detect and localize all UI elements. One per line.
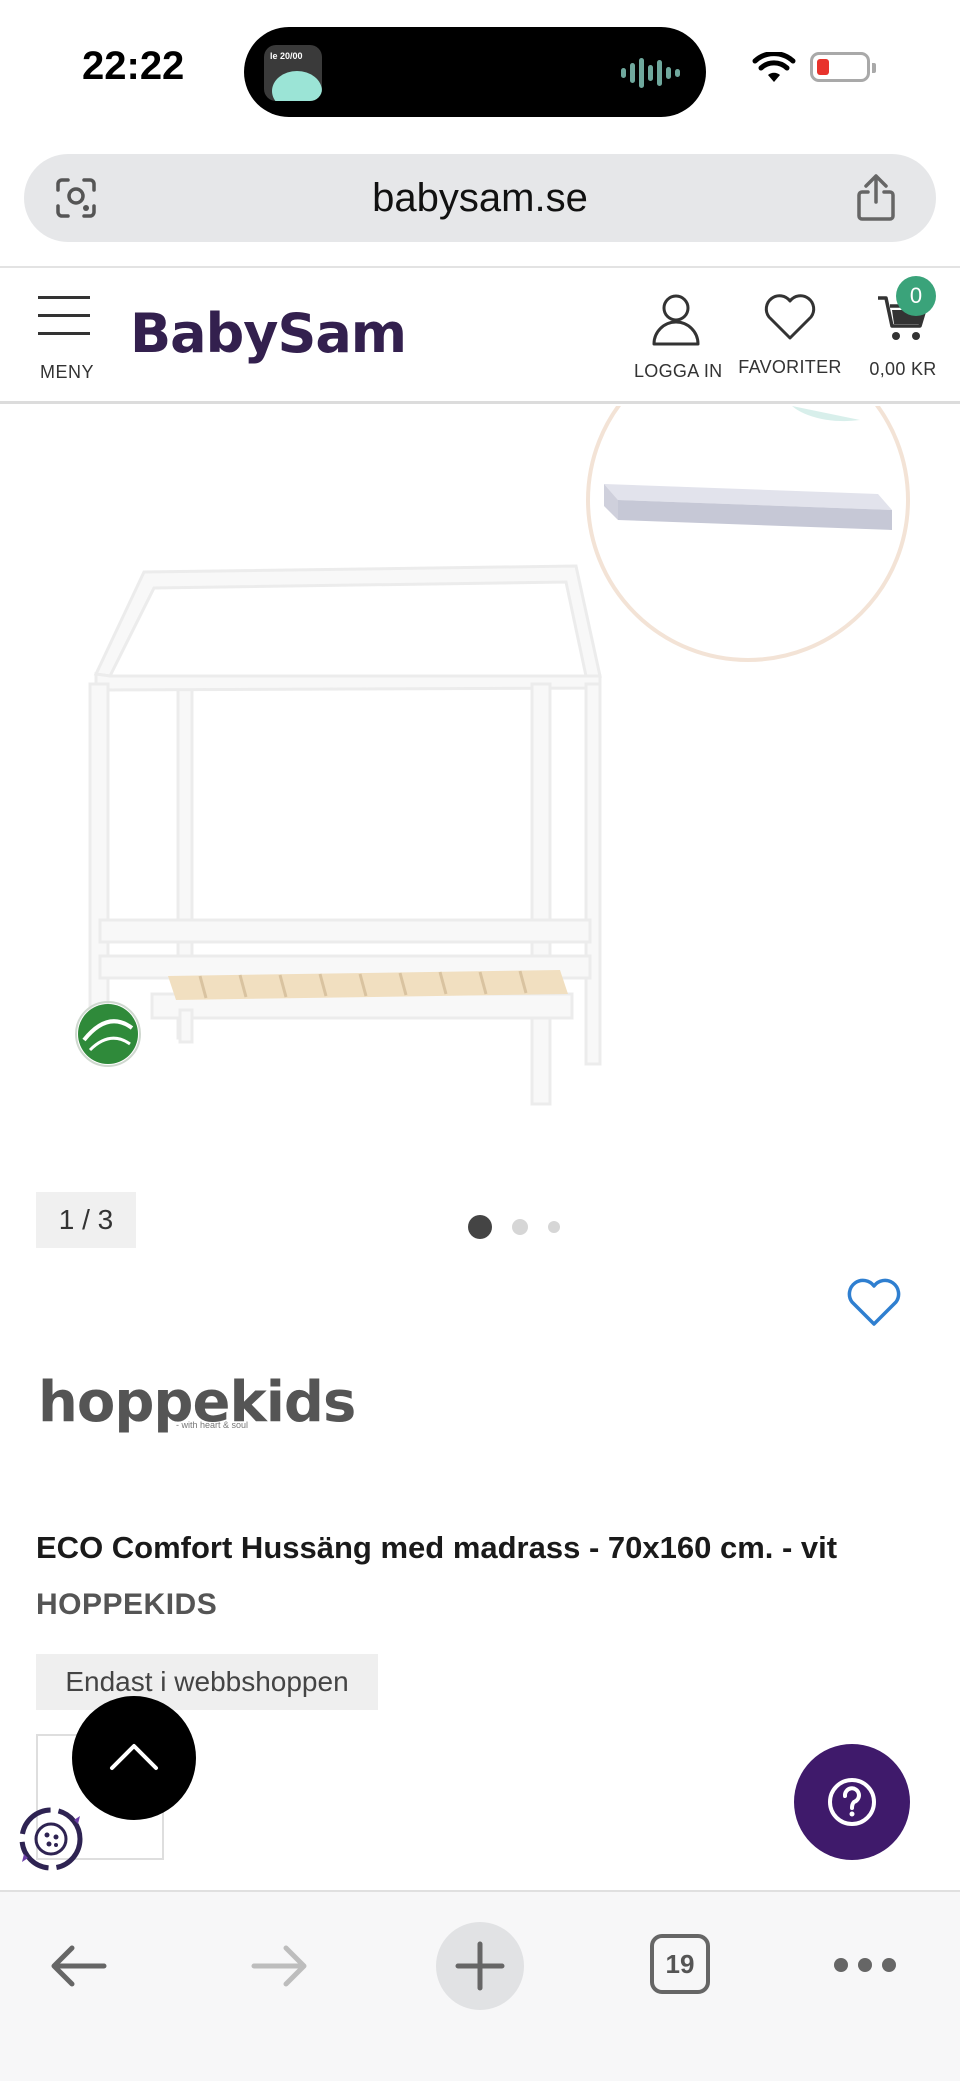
hamburger-icon: [38, 296, 94, 335]
cart-amount: 0,00 KR: [869, 359, 937, 379]
now-playing-thumbnail: le 20/00: [264, 45, 322, 101]
battery-icon: [810, 52, 876, 82]
product-image-gallery[interactable]: [0, 406, 960, 1286]
site-header: MENY BabySam LOGGA IN FAVORITER 0,00 KR: [0, 266, 960, 404]
gallery-dot-1[interactable]: [468, 1215, 492, 1239]
login-button[interactable]: LOGGA IN: [634, 292, 723, 382]
heart-icon: [764, 294, 816, 340]
product-image: [75, 406, 910, 1106]
status-time: 22:22: [82, 44, 185, 88]
tab-switcher-button[interactable]: 19: [650, 1934, 710, 1994]
chevron-up-icon: [110, 1744, 158, 1770]
image-counter: 1 / 3: [36, 1192, 136, 1248]
cookie-icon[interactable]: [16, 1804, 86, 1874]
gallery-dot-3[interactable]: [548, 1221, 560, 1233]
island-thumb-text: le 20/00: [270, 51, 303, 61]
login-label: LOGGA IN: [634, 361, 723, 381]
url-text[interactable]: babysam.se: [24, 176, 936, 221]
add-to-favorites-heart-icon[interactable]: [846, 1278, 902, 1328]
dynamic-island[interactable]: le 20/00: [244, 27, 706, 117]
favorites-label: FAVORITER: [738, 357, 842, 377]
gallery-pagination[interactable]: [468, 1214, 560, 1240]
forward-arrow-icon[interactable]: [250, 1944, 310, 1988]
product-brand[interactable]: HOPPEKIDS: [36, 1588, 217, 1622]
product-title: ECO Comfort Hussäng med madrass - 70x160…: [36, 1530, 838, 1565]
scroll-to-top-button[interactable]: [72, 1696, 196, 1820]
status-bar: 22:22 le 20/00: [0, 0, 960, 140]
new-tab-button[interactable]: [436, 1922, 524, 2010]
user-icon: [652, 294, 700, 346]
more-menu-icon[interactable]: [834, 1958, 896, 1972]
menu-button[interactable]: [38, 296, 94, 350]
address-bar[interactable]: babysam.se: [24, 154, 936, 242]
brand-logo-tagline: - with heart & soul: [176, 1420, 249, 1430]
gallery-dot-2[interactable]: [512, 1219, 528, 1235]
plus-icon: [455, 1941, 505, 1991]
wifi-icon: [752, 52, 796, 82]
cart-count-badge: 0: [896, 276, 936, 316]
browser-toolbar: 19: [0, 1890, 960, 2081]
menu-label: MENY: [40, 362, 95, 382]
share-icon[interactable]: [854, 172, 898, 222]
help-chat-button[interactable]: [794, 1744, 910, 1860]
ecolabel-icon: [75, 1001, 141, 1067]
audio-waveform-icon: [621, 57, 680, 89]
question-icon: [828, 1778, 876, 1826]
site-logo[interactable]: BabySam: [130, 302, 407, 365]
back-arrow-icon[interactable]: [48, 1944, 108, 1988]
house-bed: [88, 564, 602, 1106]
favorites-button[interactable]: FAVORITER: [738, 292, 842, 378]
mattress-inset-circle: [586, 406, 910, 662]
